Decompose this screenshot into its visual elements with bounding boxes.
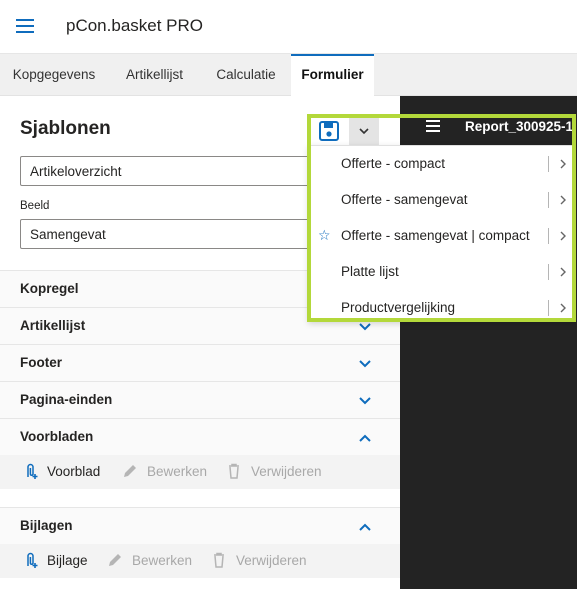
chevron-up-icon: [359, 523, 371, 531]
star-icon[interactable]: ☆: [318, 228, 331, 242]
section-spacer: [0, 489, 400, 507]
chevron-right-icon[interactable]: [559, 303, 567, 313]
section-footer[interactable]: Footer: [0, 344, 400, 381]
chevron-right-icon[interactable]: [559, 159, 567, 169]
app-title: pCon.basket PRO: [66, 16, 204, 35]
template-menu-toggle[interactable]: [349, 116, 379, 146]
divider: [548, 300, 549, 316]
menu-item-offerte-compact[interactable]: Offerte - compact: [309, 146, 573, 182]
delete-voorblad-button[interactable]: Verwijderen: [251, 464, 322, 479]
chevron-down-icon: [359, 360, 371, 368]
voorbladen-toolbar: Voorblad Bewerken Verwijderen: [0, 455, 400, 489]
menu-item-label: Offerte - samengevat | compact: [341, 228, 530, 243]
edit-voorblad-button[interactable]: Bewerken: [147, 464, 207, 479]
section-title: Pagina-einden: [20, 392, 113, 407]
menu-item-platte-lijst[interactable]: Platte lijst: [309, 254, 573, 290]
hamburger-icon[interactable]: [16, 19, 34, 33]
template-menu: Offerte - compact Offerte - samengevat ☆…: [308, 145, 574, 322]
menu-item-label: Platte lijst: [341, 264, 399, 279]
add-voorblad-button[interactable]: Voorblad: [47, 464, 100, 479]
app-header: pCon.basket PRO: [0, 0, 577, 54]
menu-item-label: Productvergelijking: [341, 300, 456, 315]
save-icon[interactable]: [317, 120, 341, 142]
chevron-up-icon: [359, 434, 371, 442]
chevron-down-icon: [359, 128, 369, 135]
section-voorbladen[interactable]: Voorbladen: [0, 418, 400, 455]
tab-bar: Kopgegevens Artikellijst Calculatie Form…: [0, 54, 577, 96]
divider: [548, 156, 549, 172]
section-title: Voorbladen: [20, 429, 94, 444]
report-title: Report_300925-1: [465, 119, 574, 134]
trash-icon: [229, 463, 239, 479]
add-bijlage-button[interactable]: Bijlage: [47, 553, 88, 568]
bijlagen-toolbar: Bijlage Bewerken Verwijderen: [0, 544, 400, 578]
tab-kopgegevens[interactable]: Kopgegevens: [0, 54, 108, 96]
attach-add-icon[interactable]: [22, 551, 40, 569]
divider: [548, 264, 549, 280]
tab-calculatie[interactable]: Calculatie: [201, 54, 291, 96]
trash-icon: [214, 552, 224, 568]
menu-item-offerte-samengevat[interactable]: Offerte - samengevat: [309, 182, 573, 218]
tab-formulier[interactable]: Formulier: [291, 54, 374, 96]
divider: [548, 228, 549, 244]
menu-item-label: Offerte - samengevat: [341, 192, 468, 207]
templates-heading: Sjablonen: [20, 118, 111, 139]
edit-bijlage-button[interactable]: Bewerken: [132, 553, 192, 568]
chevron-right-icon[interactable]: [559, 267, 567, 277]
section-bijlagen[interactable]: Bijlagen: [0, 507, 400, 544]
section-title: Artikellijst: [20, 318, 86, 333]
section-pagina-einden[interactable]: Pagina-einden: [0, 381, 400, 418]
view-label: Beeld: [20, 200, 50, 212]
edit-icon: [109, 554, 121, 566]
chevron-right-icon[interactable]: [559, 195, 567, 205]
divider: [548, 192, 549, 208]
delete-bijlage-button[interactable]: Verwijderen: [236, 553, 307, 568]
section-title: Footer: [20, 355, 62, 370]
menu-item-productvergelijking[interactable]: Productvergelijking: [309, 290, 573, 326]
attach-add-icon[interactable]: [22, 462, 40, 480]
edit-icon: [124, 465, 136, 477]
menu-item-offerte-samengevat-compact[interactable]: ☆ Offerte - samengevat | compact: [309, 218, 573, 254]
chevron-down-icon: [359, 397, 371, 405]
chevron-right-icon[interactable]: [559, 231, 567, 241]
section-title: Kopregel: [20, 281, 79, 296]
section-title: Bijlagen: [20, 518, 73, 533]
tab-artikellijst[interactable]: Artikellijst: [108, 54, 201, 96]
menu-item-label: Offerte - compact: [341, 156, 446, 171]
preview-menu-icon[interactable]: [426, 120, 440, 132]
